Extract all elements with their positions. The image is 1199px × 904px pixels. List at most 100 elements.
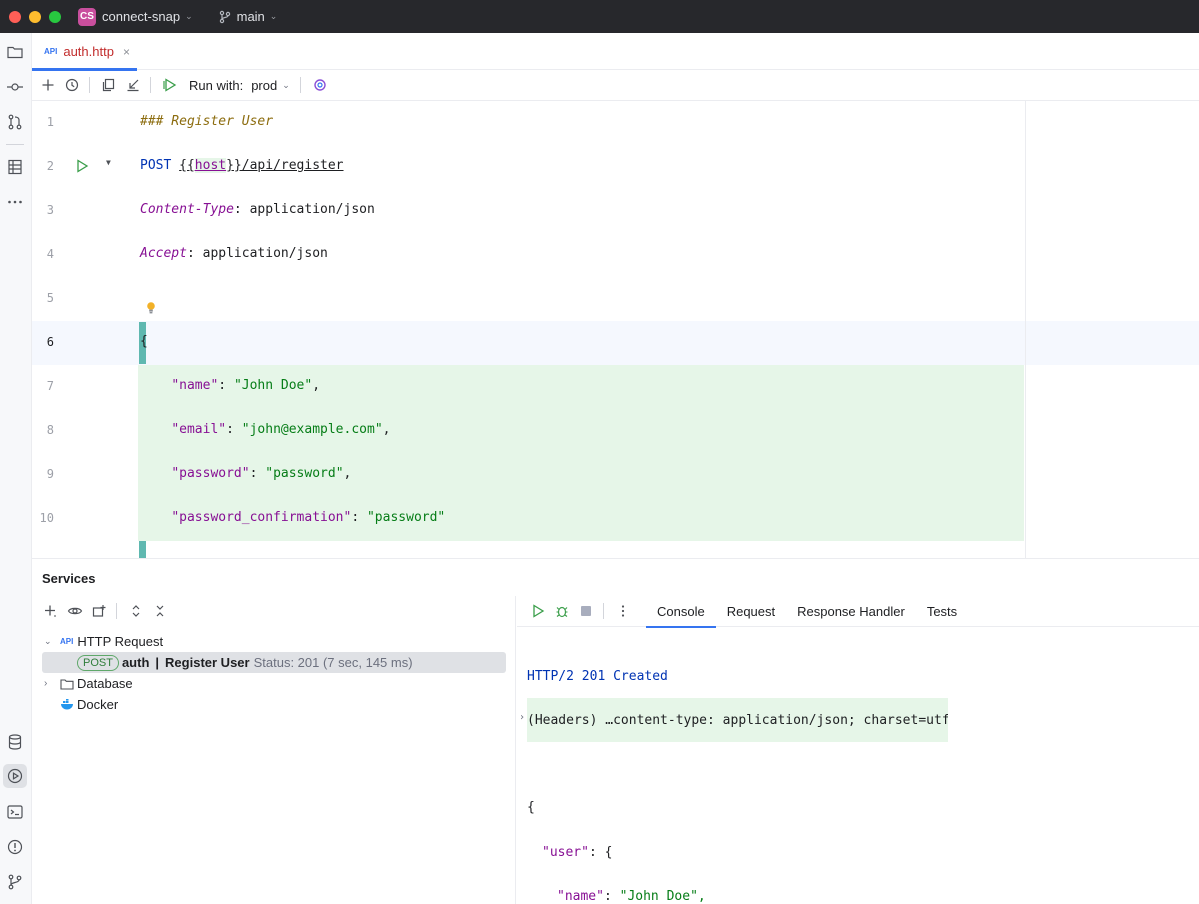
lightbulb-icon[interactable] xyxy=(146,301,156,319)
line-number: 1 xyxy=(46,115,54,129)
git-branch-icon xyxy=(219,10,230,23)
code-line: 6 { xyxy=(32,321,1199,365)
response-brace: { xyxy=(527,800,535,815)
code-line: 9 "password": "password", xyxy=(32,453,1199,497)
headers-summary: (Headers) …content-type: application/jso… xyxy=(527,713,948,728)
json-value: "password" xyxy=(265,466,344,481)
toolbar-divider xyxy=(299,77,301,93)
more-actions-icon[interactable] xyxy=(612,600,634,622)
json-value: "John Doe" xyxy=(233,378,313,393)
response-pane: Console Request Response Handler Tests H… xyxy=(517,596,1199,904)
new-group-icon[interactable] xyxy=(88,600,110,622)
line-number: 2 xyxy=(46,159,54,173)
services-icon[interactable] xyxy=(3,764,27,788)
close-icon[interactable]: × xyxy=(123,45,130,59)
json-brace-open: { xyxy=(140,334,148,349)
http-request-icon: API xyxy=(60,637,74,646)
tab-auth-http[interactable]: API auth.http × xyxy=(32,33,137,71)
code-line: 2 ▼ POST {{host}}/api/register xyxy=(32,145,1199,189)
add-request-icon[interactable] xyxy=(37,74,59,96)
code-line: 8 "email": "john@example.com", xyxy=(32,409,1199,453)
minimize-window-button[interactable] xyxy=(29,10,41,23)
branch-name[interactable]: main xyxy=(237,9,265,24)
chevron-right-icon[interactable]: › xyxy=(44,678,60,689)
response-name-line: "name": "John Doe", xyxy=(557,889,706,904)
run-all-icon[interactable] xyxy=(159,74,181,96)
header-name: Content-Type xyxy=(140,202,234,217)
collapse-all-icon[interactable] xyxy=(149,600,171,622)
toolbar-divider xyxy=(150,77,151,93)
header-value: application/json xyxy=(249,202,375,217)
line-number: 5 xyxy=(46,291,54,305)
title-bar: CS connect-snap ⌄ main ⌄ xyxy=(0,0,1199,33)
request-status: Status: 201 (7 sec, 145 ms) xyxy=(253,655,413,670)
debug-icon[interactable] xyxy=(551,600,573,622)
line-number: 9 xyxy=(46,467,54,481)
window-controls xyxy=(9,10,61,23)
json-entry: "password_confirmation": "password" xyxy=(171,510,446,525)
gutter-change-marker xyxy=(139,541,146,558)
chevron-down-icon[interactable]: ⌄ xyxy=(44,636,60,647)
environment-select[interactable]: prod ⌄ xyxy=(251,78,290,93)
import-icon[interactable] xyxy=(122,74,144,96)
history-icon[interactable] xyxy=(61,74,83,96)
request-line: POST {{host}}/api/register xyxy=(140,158,344,173)
tab-tests[interactable]: Tests xyxy=(916,596,968,627)
request-comment: ### Register User xyxy=(140,114,274,129)
pull-requests-icon[interactable] xyxy=(3,110,27,134)
console-output[interactable]: HTTP/2 201 Created › (Headers) …content-… xyxy=(517,627,1199,904)
json-key: "password" xyxy=(171,466,250,481)
project-badge[interactable]: CS xyxy=(78,7,96,26)
project-folder-icon[interactable] xyxy=(3,40,27,64)
run-with-label: Run with: xyxy=(189,77,244,93)
problems-icon[interactable] xyxy=(3,835,27,859)
database-icon[interactable] xyxy=(3,730,27,754)
host-variable[interactable]: host xyxy=(194,158,227,173)
ai-assistant-icon[interactable] xyxy=(309,74,331,96)
request-separator: | xyxy=(155,655,160,670)
request-file: auth xyxy=(121,655,150,670)
chevron-down-icon[interactable]: ⌄ xyxy=(270,11,278,22)
more-tools-icon[interactable] xyxy=(3,190,27,214)
tree-node-docker[interactable]: Docker xyxy=(32,694,516,715)
tree-node-http-request[interactable]: ⌄ API HTTP Request xyxy=(32,631,516,652)
json-value: "password" xyxy=(366,510,446,525)
commit-icon[interactable] xyxy=(3,75,27,99)
run-request-icon[interactable] xyxy=(76,159,89,177)
run-options-caret-icon[interactable]: ▼ xyxy=(106,158,111,167)
tab-label: auth.http xyxy=(63,44,114,59)
terminal-icon[interactable] xyxy=(3,800,27,824)
tree-node-register-user[interactable]: POST auth | Register User Status: 201 (7… xyxy=(42,652,506,673)
project-name[interactable]: connect-snap xyxy=(102,9,180,24)
http-file-icon: API xyxy=(44,47,58,56)
expand-all-icon[interactable] xyxy=(125,600,147,622)
close-window-button[interactable] xyxy=(9,10,21,23)
tab-request[interactable]: Request xyxy=(716,596,786,627)
json-value: "john@example.com" xyxy=(241,422,383,437)
tree-node-database[interactable]: › Database xyxy=(32,673,516,694)
chevron-right-icon[interactable]: › xyxy=(519,712,525,723)
json-entry: "password": "password", xyxy=(171,466,352,481)
header-name: Accept xyxy=(140,246,187,261)
header-line: Content-Type: application/json xyxy=(140,202,375,217)
maximize-window-button[interactable] xyxy=(49,10,61,23)
code-editor[interactable]: 1 ### Register User 2 ▼ POST {{host}}/ap… xyxy=(32,101,1199,558)
chevron-down-icon[interactable]: ⌄ xyxy=(185,11,193,22)
http-method: POST xyxy=(140,158,172,173)
toolbar-divider xyxy=(89,77,90,93)
git-icon[interactable] xyxy=(3,870,27,894)
json-entry: "email": "john@example.com", xyxy=(171,422,391,437)
add-service-icon[interactable] xyxy=(40,600,62,622)
stop-icon[interactable] xyxy=(575,600,597,622)
json-entry: "name": "John Doe", xyxy=(171,378,321,393)
response-toolbar: Console Request Response Handler Tests xyxy=(517,596,1199,628)
line-number: 7 xyxy=(46,379,54,393)
tree-label: Database xyxy=(77,676,133,691)
tab-response-handler[interactable]: Response Handler xyxy=(786,596,916,627)
eye-icon[interactable] xyxy=(64,600,86,622)
structure-icon[interactable] xyxy=(3,155,27,179)
rerun-icon[interactable] xyxy=(527,600,549,622)
tab-console[interactable]: Console xyxy=(646,596,716,628)
tree-label: Docker xyxy=(77,697,119,712)
copy-icon[interactable] xyxy=(98,74,120,96)
